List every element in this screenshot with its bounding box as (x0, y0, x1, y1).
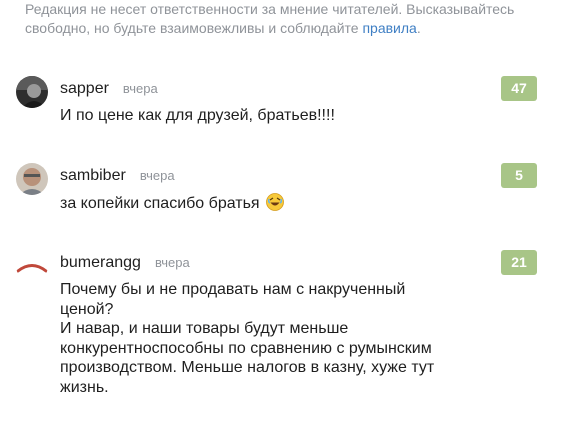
disclaimer-end: . (416, 20, 421, 36)
comment-text: И по цене как для друзей, братьев!!!! (60, 107, 335, 124)
avatar[interactable] (16, 250, 48, 282)
author-name[interactable]: sambiber (60, 167, 126, 184)
comment-text: Почему бы и не продавать нам с накрученн… (60, 281, 435, 396)
disclaimer-text: Редакция не несет ответственности за мне… (25, 1, 515, 36)
avatar-image (16, 76, 48, 108)
comment-header: sambiber вчера (60, 166, 175, 186)
avatar[interactable] (16, 163, 48, 195)
avatar[interactable] (16, 76, 48, 108)
comment-header: bumerangg вчера (60, 253, 190, 273)
comment-time: вчера (139, 168, 175, 183)
boomerang-avatar-image (16, 250, 48, 282)
comments-disclaimer: Редакция не несет ответственности за мне… (25, 0, 555, 38)
rofl-emoji-icon (266, 193, 284, 211)
rating-badge[interactable]: 47 (501, 76, 537, 101)
comment-text-line: за копейки спасибо братья (60, 193, 460, 214)
author-name[interactable]: bumerangg (60, 254, 141, 271)
comment-text: за копейки спасибо братья (60, 195, 260, 212)
rating-badge[interactable]: 21 (501, 250, 537, 275)
rules-link[interactable]: правила (362, 20, 416, 36)
comment-header: sapper вчера (60, 79, 158, 99)
comment-time: вчера (154, 255, 190, 270)
avatar-image (16, 163, 48, 195)
author-name[interactable]: sapper (60, 80, 109, 97)
comment-time: вчера (122, 81, 158, 96)
rating-badge[interactable]: 5 (501, 163, 537, 188)
